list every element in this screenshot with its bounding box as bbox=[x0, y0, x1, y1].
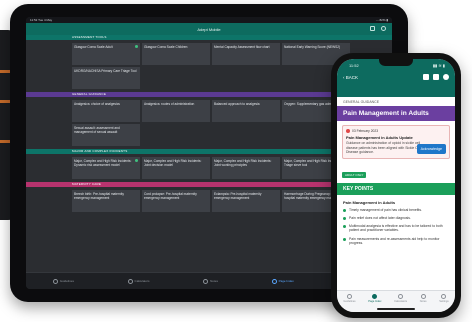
guideline-card[interactable]: Major, Complex and High Risk Incidents: … bbox=[72, 157, 140, 179]
bookmark-icon[interactable] bbox=[433, 74, 439, 80]
guideline-card-label: Glasgow Coma Scale Adult bbox=[74, 45, 113, 49]
guideline-card[interactable]: Balanced approach to analgesia bbox=[212, 100, 280, 122]
guideline-card-label: Balanced approach to analgesia bbox=[214, 102, 260, 106]
breadcrumb[interactable]: GENERAL GUIDANCE bbox=[337, 97, 455, 106]
guideline-card-label: Analgesics: choice of analgesics bbox=[74, 102, 120, 106]
tablet-status-right: ⋯ 82% ▮ bbox=[375, 18, 388, 22]
guideline-card-label: Analgesics: routes of administration bbox=[144, 102, 195, 106]
favourite-icon bbox=[135, 45, 138, 48]
guideline-card[interactable]: Cord prolapse: Pre-hospital maternity em… bbox=[142, 190, 210, 212]
search-icon[interactable] bbox=[381, 26, 386, 31]
page-title: Pain Management in Adults bbox=[337, 106, 455, 121]
tab-label: Page Index bbox=[368, 300, 382, 303]
guideline-card-label: Sexual assault: assessment and managemen… bbox=[74, 126, 120, 134]
tab-guidelines[interactable]: Guidelines bbox=[52, 278, 74, 284]
acknowledge-button[interactable]: Acknowledge bbox=[416, 143, 446, 154]
tab-label: Page Index bbox=[278, 279, 294, 283]
phone-tab-calculators[interactable]: Calculators bbox=[394, 294, 407, 303]
list-item-text: Pain measurements and re-assessments aid… bbox=[349, 236, 440, 245]
filter-icon[interactable] bbox=[370, 26, 375, 31]
adult-only-badge: ADULT ONLY bbox=[342, 171, 367, 178]
notes-icon bbox=[203, 278, 209, 284]
back-button[interactable]: ‹ BACK bbox=[343, 75, 358, 80]
tab-label: Calculators bbox=[394, 300, 408, 303]
phone-status-right: ▮▮ ≋ ▮ bbox=[432, 63, 445, 68]
guideline-card[interactable]: Major, Complex and High Risk Incidents: … bbox=[142, 157, 210, 179]
index-icon bbox=[271, 278, 277, 284]
alert-dot-icon bbox=[346, 129, 350, 133]
index-icon bbox=[372, 294, 378, 299]
guideline-card-label: Major, Complex and High Risk Incidents: … bbox=[214, 159, 272, 167]
tab-label: Notes bbox=[419, 300, 427, 303]
search-icon[interactable] bbox=[443, 74, 449, 80]
list-item: Pain measurements and re-assessments aid… bbox=[343, 237, 449, 246]
calculator-icon bbox=[127, 278, 133, 284]
alert-title: Pain Management in Adults Update bbox=[346, 135, 413, 140]
calculator-icon bbox=[398, 294, 404, 299]
phone-tab-guidelines[interactable]: Guidelines bbox=[343, 294, 356, 303]
guideline-card[interactable]: Major, Complex and High Risk Incidents: … bbox=[212, 157, 280, 179]
favourite-icon bbox=[135, 159, 138, 162]
tablet-status-left: 11:52 Tue 4 May bbox=[30, 18, 53, 22]
key-points-list: Pain Management in Adults Timely managem… bbox=[337, 195, 455, 246]
guideline-card[interactable]: Analgesics: routes of administration bbox=[142, 100, 210, 122]
guideline-card-label: Mental Capacity Assessment flow chart bbox=[214, 45, 270, 49]
notes-icon bbox=[420, 294, 426, 299]
guideline-card[interactable]: Breech birth: Pre-hospital maternity eme… bbox=[72, 190, 140, 212]
tab-label: Notes bbox=[210, 279, 218, 283]
phone-notch bbox=[379, 59, 413, 66]
bullet-icon bbox=[343, 225, 346, 229]
list-item-text: Timely management of pain has clinical b… bbox=[349, 207, 422, 212]
guideline-card-label: National Early Warning Score (NEWS2) bbox=[284, 45, 341, 49]
gear-icon bbox=[441, 294, 447, 299]
phone-time: 11:52 bbox=[349, 63, 359, 68]
phone-tab-notes[interactable]: Notes bbox=[420, 294, 427, 303]
list-item: Pain relief does not affect later diagno… bbox=[343, 216, 449, 220]
phone-tab-page-index[interactable]: Page Index bbox=[368, 294, 381, 303]
tablet-header: Adept Mobile bbox=[26, 23, 392, 35]
guideline-card[interactable]: Sexual assault: assessment and managemen… bbox=[72, 124, 140, 146]
bullet-icon bbox=[343, 237, 346, 241]
guideline-card-label: Eclampsia: Pre-hospital maternity emerge… bbox=[214, 192, 262, 200]
tab-label: Calculators bbox=[134, 279, 150, 283]
guideline-card-label: Glasgow Coma Scale Children bbox=[144, 45, 188, 49]
guideline-card[interactable]: Glasgow Coma Scale Children bbox=[142, 43, 210, 65]
list-item-text: Pain relief does not affect later diagno… bbox=[349, 215, 411, 220]
bullet-icon bbox=[343, 208, 346, 212]
guideline-card-label: Breech birth: Pre-hospital maternity eme… bbox=[74, 192, 124, 200]
phone-header: 11:52 ▮▮ ≋ ▮ ‹ BACK bbox=[337, 59, 455, 97]
tab-label: Settings bbox=[439, 300, 449, 303]
book-icon bbox=[346, 294, 352, 299]
tab-page-index[interactable]: Page Index bbox=[271, 278, 294, 284]
list-item: Timely management of pain has clinical b… bbox=[343, 208, 449, 212]
book-icon bbox=[52, 278, 58, 284]
update-alert: 03 February 2023 Pain Management in Adul… bbox=[342, 125, 450, 159]
tab-notes[interactable]: Notes bbox=[203, 278, 218, 284]
alert-body: Guidance on administration of opioid in … bbox=[346, 141, 422, 154]
guideline-card[interactable]: Glasgow Coma Scale Adult bbox=[72, 43, 140, 65]
key-points-subheading: Pain Management in Adults bbox=[343, 199, 396, 205]
tab-label: Guidelines bbox=[59, 279, 74, 283]
bullet-icon bbox=[343, 216, 346, 220]
home-indicator bbox=[377, 308, 415, 310]
guideline-card[interactable]: Eclampsia: Pre-hospital maternity emerge… bbox=[212, 190, 280, 212]
phone-tab-settings[interactable]: Settings bbox=[439, 294, 449, 303]
guideline-card-label: Major, Complex and High Risk Incidents: … bbox=[144, 159, 202, 167]
list-item-text: Multimodal analgesia is effective and ha… bbox=[349, 224, 443, 233]
tablet-app-title: Adept Mobile bbox=[197, 26, 221, 32]
list-item: Multimodal analgesia is effective and ha… bbox=[343, 224, 449, 233]
guideline-card[interactable]: Mental Capacity Assessment flow chart bbox=[212, 43, 280, 65]
tab-label: Guidelines bbox=[343, 300, 356, 303]
share-icon[interactable] bbox=[423, 74, 429, 80]
tab-calculators[interactable]: Calculators bbox=[127, 278, 150, 284]
guideline-card[interactable]: Analgesics: choice of analgesics bbox=[72, 100, 140, 122]
phone-device: 11:52 ▮▮ ≋ ▮ ‹ BACK GENERAL GUIDANCE Pai… bbox=[331, 53, 461, 318]
phone-screen: 11:52 ▮▮ ≋ ▮ ‹ BACK GENERAL GUIDANCE Pai… bbox=[337, 59, 455, 312]
key-points-heading: KEY POINTS bbox=[337, 182, 455, 195]
guideline-card-label: Cord prolapse: Pre-hospital maternity em… bbox=[144, 192, 197, 200]
alert-date: 03 February 2023 bbox=[352, 129, 379, 133]
guideline-card[interactable]: UKDRG/NACHISA Primary Care Triage Tool bbox=[72, 67, 140, 89]
guideline-card-label: Major, Complex and High Risk Incidents: … bbox=[74, 159, 132, 167]
guideline-card-label: UKDRG/NACHISA Primary Care Triage Tool bbox=[74, 69, 137, 73]
